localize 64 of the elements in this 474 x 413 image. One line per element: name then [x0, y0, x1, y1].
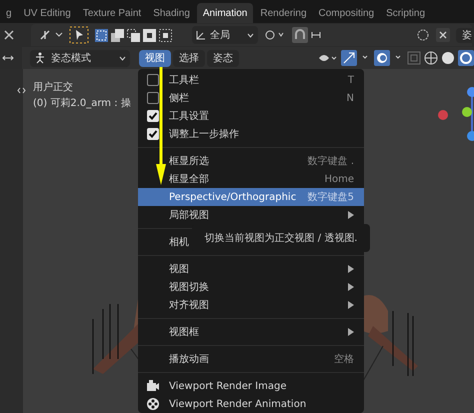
material-shading-icon[interactable] — [458, 50, 474, 66]
swap-arrows-icon[interactable] — [2, 54, 14, 62]
menu-item[interactable]: Viewport Render Image — [138, 377, 364, 395]
header-menu[interactable]: 视图 — [139, 50, 171, 66]
wireframe-shading-icon[interactable] — [424, 51, 438, 65]
mode-label: 姿态模式 — [51, 52, 91, 66]
workspace-tab[interactable]: Scripting — [381, 3, 430, 23]
menu-item[interactable]: 侧栏 N — [138, 89, 364, 107]
workspace-tab[interactable]: Compositing — [314, 3, 380, 23]
view-name: 用户正交 — [33, 80, 74, 95]
tooltip-text: 切换当前视图为正交视图 / 透视图. — [204, 232, 358, 246]
menu-item[interactable]: 对齐视图 — [138, 296, 364, 314]
workspace-tab[interactable]: Texture Paint — [78, 3, 146, 23]
navigation-gizmo-drawing — [436, 84, 474, 144]
mode-dropdown[interactable]: 姿态模式 — [30, 50, 130, 66]
workspace-tab[interactable]: Animation — [196, 3, 254, 23]
menu-item[interactable]: 框显所选 数字键盘 . — [138, 152, 364, 170]
workspace-tab[interactable]: Rendering — [255, 3, 312, 23]
overlay-icon[interactable] — [416, 28, 430, 42]
sidebar-toggle-icon[interactable] — [17, 87, 26, 94]
workspace-tab[interactable]: UV Editing — [18, 3, 76, 23]
orientation-label: 全局 — [210, 28, 230, 42]
axis-icon — [196, 30, 206, 40]
selection-mode-icon[interactable] — [127, 28, 140, 42]
checkbox[interactable] — [147, 74, 159, 86]
menu-item[interactable]: 播放动画 空格 — [138, 350, 364, 368]
select-cursor-icon[interactable] — [69, 26, 89, 44]
menu-item[interactable]: 视图框 — [138, 323, 364, 341]
submenu-arrow-icon — [348, 211, 354, 219]
selection-mode-icon[interactable] — [159, 28, 172, 42]
checkbox[interactable] — [147, 92, 159, 104]
header-menu[interactable]: 姿态 — [207, 50, 239, 66]
menu-item[interactable]: Perspective/Orthographic 数字键盘5 — [138, 188, 364, 206]
chevron-down-icon — [119, 56, 126, 60]
film-reel-icon — [147, 398, 159, 410]
menu-item[interactable]: 视图切换 — [138, 278, 364, 296]
solid-shading-icon[interactable] — [441, 51, 455, 65]
menu-item[interactable]: 工具设置 — [138, 107, 364, 125]
submenu-arrow-icon — [348, 301, 354, 309]
orientation-dropdown[interactable]: 全局 — [192, 26, 258, 44]
close-icon[interactable] — [436, 28, 450, 42]
submenu-arrow-icon — [348, 265, 354, 273]
checkbox[interactable] — [147, 110, 159, 122]
menu-item[interactable]: 局部视图 — [138, 206, 364, 224]
chevron-down-icon — [247, 32, 254, 38]
workspace-tab[interactable]: g — [1, 3, 17, 23]
camera-icon — [147, 380, 159, 392]
workspace-tab[interactable]: Shading — [148, 3, 195, 23]
menu-item[interactable]: 框显全部 Home — [138, 170, 364, 188]
menu-item[interactable]: 工具栏 T — [138, 71, 364, 89]
menu-item[interactable]: 视图 — [138, 260, 364, 278]
selection-mode-icon[interactable] — [143, 28, 156, 42]
checkbox[interactable] — [147, 128, 159, 140]
object-info: (0) 可莉2.0_arm : 操 — [33, 96, 131, 111]
menu-item[interactable]: 调整上一步操作 — [138, 125, 364, 143]
submenu-arrow-icon — [348, 328, 354, 336]
gizmo-toggle-icon[interactable] — [39, 28, 63, 42]
link-dropdown-icon[interactable] — [264, 28, 286, 42]
dropdown-label[interactable]: 姿 — [456, 28, 472, 42]
selection-mode-icon[interactable] — [111, 28, 124, 42]
menu-item[interactable]: Viewport Render Animation — [138, 395, 364, 413]
header-menu[interactable]: 选择 — [173, 50, 205, 66]
pose-figure-icon — [34, 52, 46, 64]
submenu-arrow-icon — [348, 283, 354, 291]
